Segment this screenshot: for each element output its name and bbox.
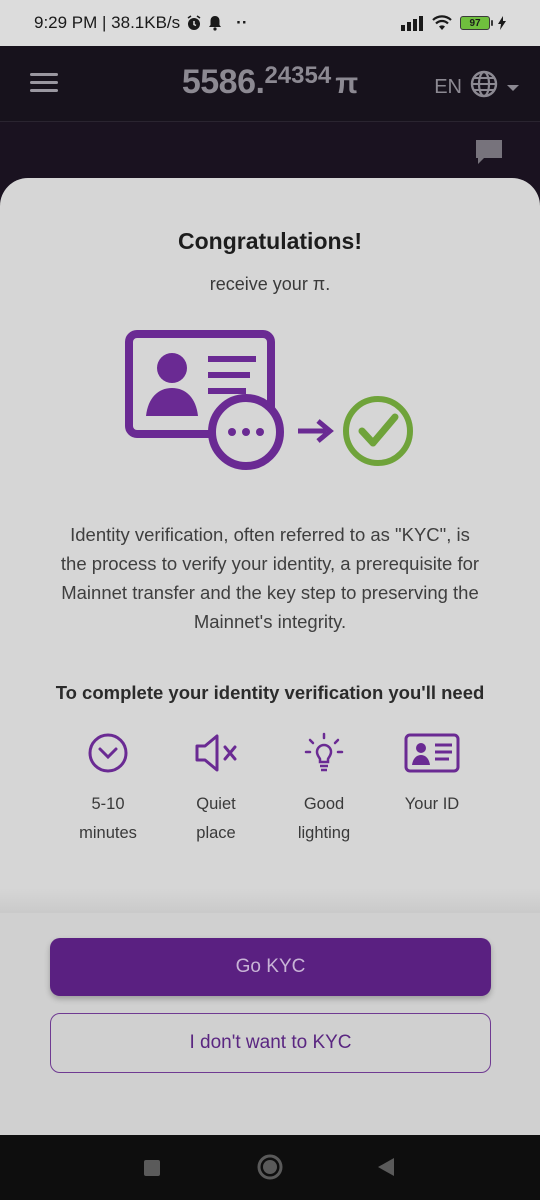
- requirement-lighting: Good lighting: [269, 730, 379, 848]
- balance-decimal: 24354: [264, 62, 332, 89]
- balance-integer: 5586.: [181, 63, 265, 101]
- skip-kyc-button[interactable]: I don't want to KYC: [50, 1013, 491, 1073]
- requirement-id-line1: Your ID: [404, 795, 460, 813]
- pending-dots-icon: [208, 394, 284, 470]
- status-left: 9:29 PM | 38.1KB/s ··: [34, 13, 248, 33]
- charging-bolt-icon: [498, 16, 506, 30]
- requirement-time: 5-10 minutes: [53, 730, 163, 848]
- chat-icon[interactable]: [474, 138, 504, 166]
- notification-bell-icon: [208, 15, 222, 31]
- status-time-speed: 9:29 PM | 38.1KB/s: [34, 13, 181, 32]
- alarm-icon: [186, 15, 202, 31]
- status-bar: 9:29 PM | 38.1KB/s ·· 97: [0, 0, 540, 46]
- kyc-bottom-sheet: Congratulations! receive your π. Identit…: [0, 178, 540, 1135]
- battery-icon: 97: [460, 16, 493, 30]
- language-selector[interactable]: EN: [434, 70, 520, 104]
- requirements-title: To complete your identity verification y…: [55, 682, 485, 703]
- sheet-subtitle: receive your π.: [209, 274, 331, 294]
- globe-icon: [470, 70, 498, 104]
- lightbulb-icon: [269, 730, 379, 776]
- requirements-list: 5-10 minutes Quiet place Good lighting Y…: [0, 730, 540, 842]
- kyc-illustration: [120, 328, 420, 478]
- requirement-time-line1: 5-10: [91, 795, 125, 813]
- requirement-quiet-line1: Quiet: [196, 795, 236, 813]
- requirement-lighting-line2: lighting: [297, 824, 351, 842]
- requirement-quiet-line2: place: [196, 824, 236, 842]
- language-code: EN: [434, 75, 462, 98]
- requirement-time-line2: minutes: [79, 824, 137, 842]
- pi-symbol: π: [335, 67, 359, 100]
- requirement-quiet: Quiet place: [161, 730, 271, 848]
- check-circle-icon: [343, 396, 413, 466]
- kyc-description: Identity verification, often referred to…: [60, 524, 480, 632]
- chevron-down-icon: [506, 76, 520, 99]
- app-header: 5586.24354 π EN: [0, 46, 540, 122]
- sheet-title: Congratulations!: [178, 228, 362, 254]
- more-dots: ··: [236, 13, 248, 32]
- home-icon[interactable]: [257, 1154, 283, 1185]
- back-icon[interactable]: [377, 1157, 395, 1182]
- recent-apps-icon[interactable]: [143, 1159, 161, 1182]
- system-nav-bar: [0, 1135, 540, 1200]
- mute-speaker-icon: [161, 730, 271, 776]
- id-card-icon: [377, 730, 487, 776]
- requirement-lighting-line1: Good: [303, 795, 345, 813]
- arrow-right-icon: [298, 419, 334, 443]
- go-kyc-button[interactable]: Go KYC: [50, 938, 491, 996]
- footer-shadow: [0, 888, 540, 914]
- clock-icon: [53, 730, 163, 776]
- requirement-id: Your ID: [377, 730, 487, 819]
- wifi-icon: [432, 15, 452, 31]
- status-right: 97: [400, 15, 506, 31]
- signal-icon: [400, 15, 424, 31]
